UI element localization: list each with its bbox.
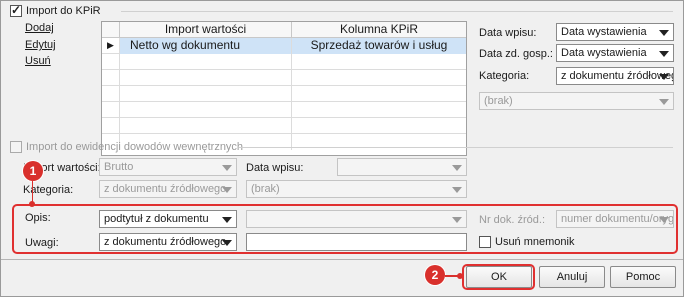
table-row[interactable]: ▶ Netto wg dokumentu Sprzedaż towarów i … [102,38,466,54]
uwagi-select[interactable]: z dokumentu źródłowego [99,233,237,251]
chevron-down-icon [452,217,462,223]
dodaj-link[interactable]: Dodaj [25,21,54,35]
chevron-down-icon [452,165,462,171]
table-header-kpir-column[interactable]: Kolumna KPiR [292,22,466,38]
table-row-empty [102,86,466,102]
import-kpir-checkbox[interactable] [10,3,22,17]
table-cell[interactable]: Sprzedaż towarów i usług [292,38,466,54]
callout-connector [32,181,33,203]
pomoc-button[interactable]: Pomoc [610,266,676,288]
kpir-brak-value: (brak) [484,95,513,107]
chevron-down-icon [659,217,669,223]
table-header-import-value[interactable]: Import wartości [120,22,292,38]
section-divider [239,147,673,148]
chevron-down-icon [659,99,669,105]
kpir-table[interactable]: Import wartości Kolumna KPiR ▶ Netto wg … [101,21,467,156]
table-row-empty [102,54,466,70]
chevron-down-icon [222,240,232,246]
uwagi-label: Uwagi: [25,237,59,249]
kpir-brak-select[interactable]: (brak) [479,92,674,110]
callout-dot [29,201,35,207]
opis-extra-select[interactable] [246,210,467,228]
internal-kategoria-label: Kategoria: [23,184,74,196]
data-zd-gosp-select[interactable]: Data wystawienia [556,44,674,62]
callout-badge-2: 2 [425,265,445,285]
uwagi-value: z dokumentu źródłowego [104,236,227,248]
opis-value: podtytuł z dokumentu [104,213,209,225]
data-wpisu-value: Data wystawienia [561,26,647,38]
kategoria-label: Kategoria: [479,70,530,82]
internal-data-wpisu-label: Data wpisu: [246,162,304,174]
import-internal-label: Import do ewidencji dowodów wewnętrznych [26,141,244,153]
edytuj-link[interactable]: Edytuj [25,38,56,52]
table-cell[interactable]: Netto wg dokumentu [120,38,292,54]
chevron-down-icon [659,74,669,80]
opis-label: Opis: [25,212,51,224]
chevron-down-icon [222,217,232,223]
chevron-down-icon [659,30,669,36]
usun-mnemonik-label: Usuń mnemonik [495,236,575,248]
internal-data-wpisu-select[interactable] [337,158,467,176]
table-row-empty [102,102,466,118]
import-wartosci-value: Brutto [104,161,134,173]
usun-mnemonik-checkbox[interactable] [479,236,491,248]
table-row-empty [102,118,466,134]
nr-dok-zrod-select[interactable]: numer dokumentu/oryg [556,210,674,228]
data-zd-gosp-value: Data wystawienia [561,47,647,59]
kategoria-select[interactable]: z dokumentu źródłowego [556,67,674,85]
ok-button[interactable]: OK [466,266,532,288]
chevron-down-icon [452,187,462,193]
nr-dok-zrod-value: numer dokumentu/oryg [561,213,674,225]
internal-brak-value: (brak) [251,183,280,195]
section-divider [121,11,673,12]
internal-brak-select[interactable]: (brak) [246,180,467,198]
data-wpisu-select[interactable]: Data wystawienia [556,23,674,41]
callout-badge-1: 1 [23,161,43,181]
chevron-down-icon [222,165,232,171]
dialog-footer: 2 OK Anuluj Pomoc [1,259,683,296]
data-zd-gosp-label: Data zd. gosp.: [479,48,553,60]
table-header-marker [102,22,120,38]
chevron-down-icon [222,187,232,193]
row-marker-icon: ▶ [102,38,120,54]
data-wpisu-label: Data wpisu: [479,27,537,39]
import-kpir-label: Import do KPiR [26,5,101,17]
chevron-down-icon [659,51,669,57]
kategoria-value: z dokumentu źródłowego [561,70,674,82]
import-internal-checkbox[interactable] [10,141,22,153]
anuluj-button[interactable]: Anuluj [539,266,605,288]
dialog-window: Import do KPiR Dodaj Edytuj Usuń Import … [0,0,684,297]
usun-link[interactable]: Usuń [25,54,51,68]
uwagi-text-field[interactable] [246,233,467,251]
internal-kategoria-select[interactable]: z dokumentu źródłowego [99,180,237,198]
nr-dok-zrod-label: Nr dok. źród.: [479,214,546,226]
import-wartosci-select[interactable]: Brutto [99,158,237,176]
internal-kategoria-value: z dokumentu źródłowego [104,183,227,195]
table-row-empty [102,70,466,86]
opis-select[interactable]: podtytuł z dokumentu [99,210,237,228]
